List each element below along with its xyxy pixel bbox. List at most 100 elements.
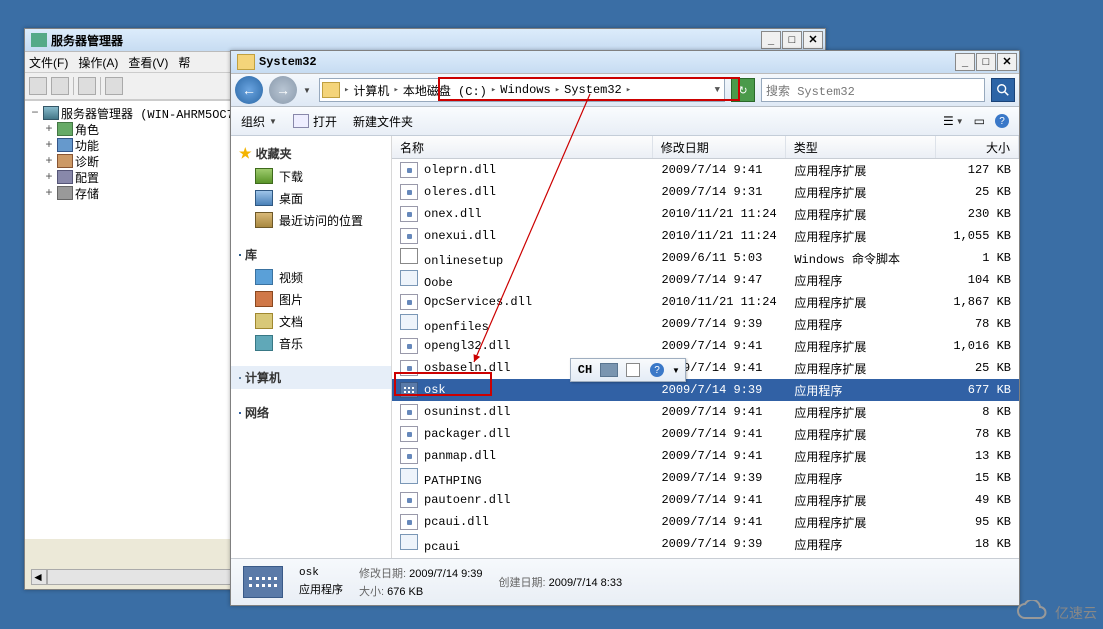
nav-documents[interactable]: 文档: [231, 310, 391, 332]
close-button[interactable]: ✕: [803, 31, 823, 49]
view-menu[interactable]: ☰▼: [943, 114, 964, 128]
organize-menu[interactable]: 组织▼: [241, 113, 277, 130]
file-row[interactable]: onexui.dll2010/11/21 11:24应用程序扩展1,055 KB: [392, 225, 1019, 247]
address-bar[interactable]: ▸ 计算机▸ 本地磁盘 (C:)▸ Windows▸ System32▸ ▼: [319, 78, 725, 102]
address-dropdown[interactable]: ▼: [713, 85, 722, 95]
open-button[interactable]: 打开: [293, 113, 337, 130]
column-headers[interactable]: 名称 修改日期 类型 大小: [392, 136, 1019, 159]
back-icon[interactable]: [29, 77, 47, 95]
search-button[interactable]: [991, 78, 1015, 102]
minimize-button[interactable]: _: [761, 31, 781, 49]
file-row[interactable]: osuninst.dll2009/7/14 9:41应用程序扩展8 KB: [392, 401, 1019, 423]
col-type[interactable]: 类型: [786, 136, 936, 158]
minimize-button[interactable]: _: [955, 53, 975, 71]
file-row[interactable]: panmap.dll2009/7/14 9:41应用程序扩展13 KB: [392, 445, 1019, 467]
music-icon: [255, 335, 273, 351]
nav-music[interactable]: 音乐: [231, 332, 391, 354]
keyboard-icon: [600, 363, 618, 377]
col-name[interactable]: 名称: [392, 136, 653, 158]
watermark: 亿速云: [1015, 600, 1097, 625]
back-button[interactable]: ←: [235, 76, 263, 104]
file-row[interactable]: pcaui2009/7/14 9:39应用程序18 KB: [392, 533, 1019, 555]
details-created: 2009/7/14 8:33: [549, 577, 622, 589]
navigation-pane[interactable]: ★收藏夹 下载 桌面 最近访问的位置 库 视频 图片 文档 音乐 计算机 网络: [231, 136, 392, 558]
server-manager-title: 服务器管理器: [51, 32, 123, 49]
details-pane: osk 应用程序 修改日期: 2009/7/14 9:39 大小: 676 KB…: [231, 558, 1019, 605]
favorites-header[interactable]: ★收藏夹: [231, 142, 391, 165]
file-icon: [400, 360, 418, 376]
nav-videos[interactable]: 视频: [231, 266, 391, 288]
toolbar-icon[interactable]: [78, 77, 96, 95]
refresh-button[interactable]: ↻: [731, 78, 755, 102]
file-row[interactable]: oleres.dll2009/7/14 9:31应用程序扩展25 KB: [392, 181, 1019, 203]
history-dropdown[interactable]: ▼: [303, 86, 313, 95]
roles-icon: [57, 122, 73, 136]
menu-file[interactable]: 文件(F): [29, 54, 68, 71]
server-manager-titlebar[interactable]: 服务器管理器 _ □ ✕: [25, 29, 825, 52]
crumb-computer[interactable]: 计算机: [351, 82, 391, 99]
file-row[interactable]: opengl32.dll2009/7/14 9:41应用程序扩展1,016 KB: [392, 335, 1019, 357]
ime-button-2[interactable]: [623, 362, 643, 378]
tree-storage[interactable]: 存储: [75, 185, 99, 202]
nav-desktop[interactable]: 桌面: [231, 187, 391, 209]
file-row[interactable]: PATHPING2009/7/14 9:39应用程序15 KB: [392, 467, 1019, 489]
file-row[interactable]: osk2009/7/14 9:39应用程序677 KB: [392, 379, 1019, 401]
diagnostics-icon: [57, 154, 73, 168]
crumb-system32[interactable]: System32: [562, 83, 624, 97]
computer-header[interactable]: 计算机: [231, 366, 391, 389]
col-date[interactable]: 修改日期: [653, 136, 786, 158]
file-row[interactable]: osbaseln.dll2009/7/14 9:41应用程序扩展25 KB: [392, 357, 1019, 379]
libraries-header[interactable]: 库: [231, 243, 391, 266]
watermark-text: 亿速云: [1055, 603, 1097, 623]
language-bar[interactable]: CH ? ▼: [570, 358, 686, 382]
nav-recent[interactable]: 最近访问的位置: [231, 209, 391, 231]
nav-downloads[interactable]: 下载: [231, 165, 391, 187]
tree-features[interactable]: 功能: [75, 137, 99, 154]
help-icon[interactable]: [105, 77, 123, 95]
newfolder-button[interactable]: 新建文件夹: [353, 113, 413, 130]
tree-roles[interactable]: 角色: [75, 121, 99, 138]
crumb-windows[interactable]: Windows: [498, 83, 552, 97]
forward-button[interactable]: →: [269, 76, 297, 104]
file-row[interactable]: Oobe2009/7/14 9:47应用程序104 KB: [392, 269, 1019, 291]
explorer-titlebar[interactable]: System32 _ □ ✕: [231, 51, 1019, 74]
nav-pictures[interactable]: 图片: [231, 288, 391, 310]
crumb-drive[interactable]: 本地磁盘 (C:): [401, 82, 489, 99]
network-header[interactable]: 网络: [231, 401, 391, 424]
file-row[interactable]: pcaui.dll2009/7/14 9:41应用程序扩展95 KB: [392, 511, 1019, 533]
file-row[interactable]: onex.dll2010/11/21 11:24应用程序扩展230 KB: [392, 203, 1019, 225]
close-button[interactable]: ✕: [997, 53, 1017, 71]
file-row[interactable]: pautoenr.dll2009/7/14 9:41应用程序扩展49 KB: [392, 489, 1019, 511]
explorer-window: System32 _ □ ✕ ← → ▼ ▸ 计算机▸ 本地磁盘 (C:)▸ W…: [230, 50, 1020, 606]
explorer-command-bar: 组织▼ 打开 新建文件夹 ☰▼ ▭ ?: [231, 107, 1019, 136]
file-row[interactable]: packager.dll2009/7/14 9:41应用程序扩展78 KB: [392, 423, 1019, 445]
tree-diagnostics[interactable]: 诊断: [75, 153, 99, 170]
file-icon: [400, 162, 418, 178]
forward-icon[interactable]: [51, 77, 69, 95]
search-input[interactable]: 搜索 System32: [761, 78, 985, 102]
ime-button-1[interactable]: [599, 362, 619, 378]
file-row[interactable]: onlinesetup2009/6/11 5:03Windows 命令脚本1 K…: [392, 247, 1019, 269]
menu-action[interactable]: 操作(A): [78, 54, 118, 71]
maximize-button[interactable]: □: [782, 31, 802, 49]
ime-indicator[interactable]: CH: [575, 362, 595, 378]
details-name: osk: [299, 567, 343, 579]
menu-view[interactable]: 查看(V): [128, 54, 168, 71]
help-button[interactable]: ?: [995, 114, 1009, 128]
file-row[interactable]: oleprn.dll2009/7/14 9:41应用程序扩展127 KB: [392, 159, 1019, 181]
file-row[interactable]: OpcServices.dll2010/11/21 11:24应用程序扩展1,8…: [392, 291, 1019, 313]
tree-configuration[interactable]: 配置: [75, 169, 99, 186]
menu-help[interactable]: 帮: [178, 54, 190, 71]
ime-dropdown[interactable]: ▼: [671, 362, 681, 378]
col-size[interactable]: 大小: [936, 136, 1019, 158]
explorer-title: System32: [259, 55, 317, 69]
file-list-pane: 名称 修改日期 类型 大小 oleprn.dll2009/7/14 9:41应用…: [392, 136, 1019, 558]
server-manager-icon: [31, 33, 47, 47]
preview-pane-button[interactable]: ▭: [974, 114, 985, 128]
file-icon: [400, 228, 418, 244]
file-list[interactable]: oleprn.dll2009/7/14 9:41应用程序扩展127 KBoler…: [392, 159, 1019, 558]
tree-root[interactable]: 服务器管理器 (WIN-AHRM5OC7AO: [61, 105, 248, 122]
ime-help-button[interactable]: ?: [647, 362, 667, 378]
maximize-button[interactable]: □: [976, 53, 996, 71]
file-row[interactable]: openfiles2009/7/14 9:39应用程序78 KB: [392, 313, 1019, 335]
